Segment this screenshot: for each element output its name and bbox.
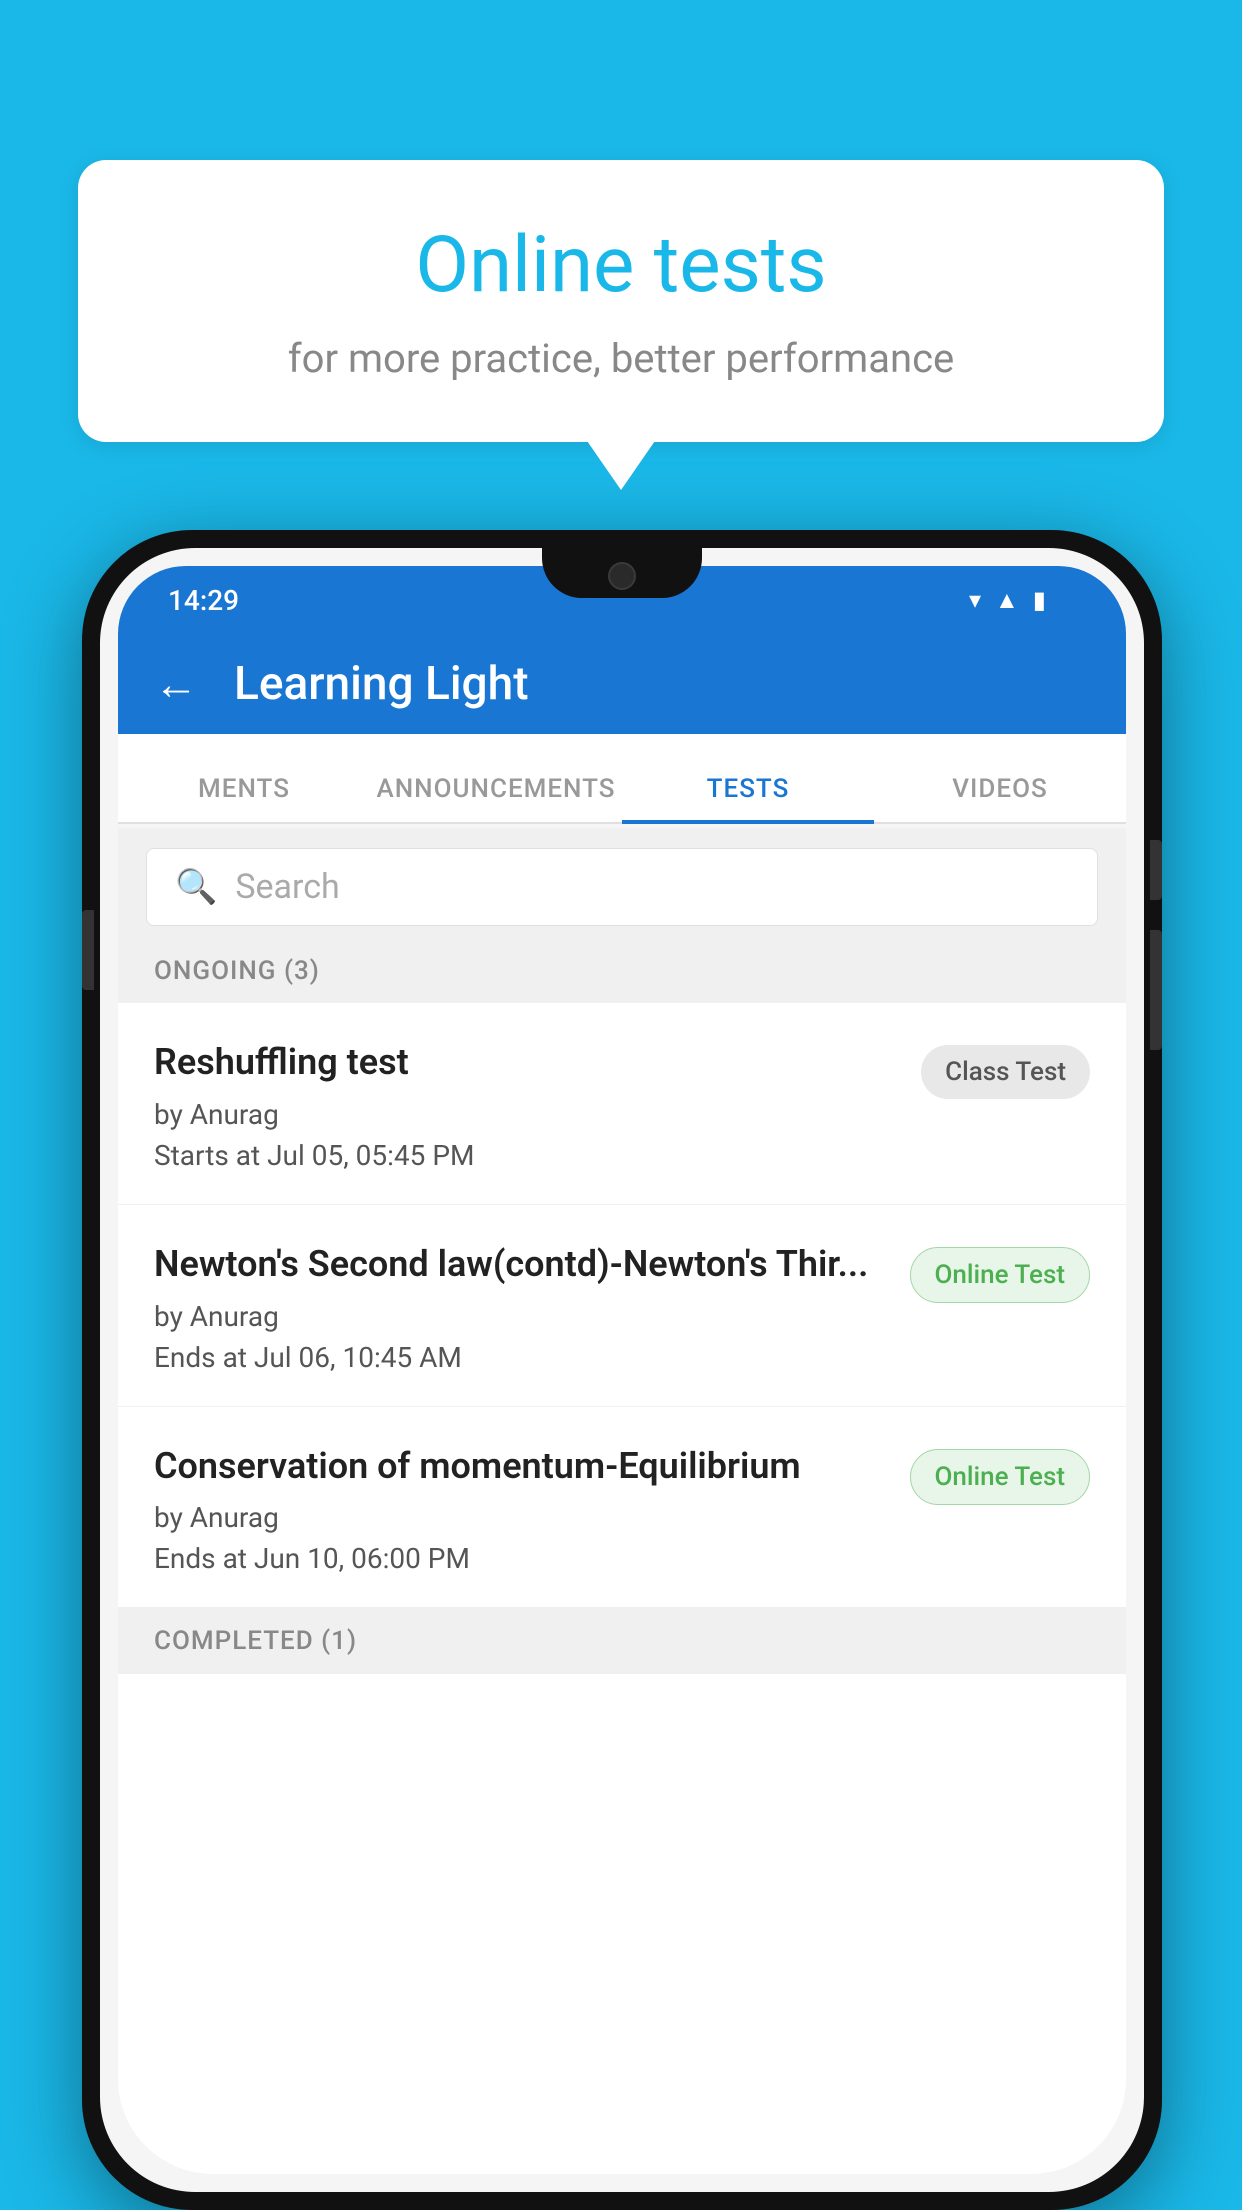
section-completed-label: COMPLETED (1) (154, 1626, 357, 1656)
signal-icon: ▲ (995, 586, 1019, 615)
test-badge-3: Online Test (910, 1449, 1091, 1505)
phone-frame: 14:29 ▾ ▲ ▮ ← Learning Light MENTS ANNOU… (82, 530, 1162, 2210)
test-name-2: Newton's Second law(contd)-Newton's Thir… (154, 1241, 890, 1288)
test-time-3: Ends at Jun 10, 06:00 PM (154, 1542, 890, 1575)
test-author-2: by Anurag (154, 1300, 890, 1333)
section-ongoing-label: ONGOING (3) (154, 956, 320, 986)
search-box[interactable]: 🔍 Search (146, 848, 1098, 926)
test-badge-1: Class Test (921, 1045, 1090, 1099)
tab-announcements[interactable]: ANNOUNCEMENTS (370, 774, 622, 822)
test-time-1: Starts at Jul 05, 05:45 PM (154, 1139, 901, 1172)
section-completed-header: COMPLETED (1) (118, 1608, 1126, 1674)
section-ongoing-header: ONGOING (3) (118, 938, 1126, 1004)
search-container: 🔍 Search (118, 828, 1126, 946)
phone-notch (542, 548, 702, 598)
test-item-3[interactable]: Conservation of momentum-Equilibrium by … (118, 1407, 1126, 1609)
bubble-title: Online tests (128, 220, 1114, 311)
volume-button (82, 910, 94, 990)
tab-ments[interactable]: MENTS (118, 774, 370, 822)
app-bar: ← Learning Light (118, 634, 1126, 734)
test-badge-2: Online Test (910, 1247, 1091, 1303)
status-icons: ▾ ▲ ▮ (969, 586, 1076, 615)
back-button[interactable]: ← (154, 658, 198, 710)
front-camera (608, 562, 636, 590)
search-placeholder: Search (235, 867, 339, 907)
power-button-bottom (1150, 930, 1162, 1050)
power-button-top (1150, 840, 1162, 900)
test-name-1: Reshuffling test (154, 1039, 901, 1086)
test-time-2: Ends at Jul 06, 10:45 AM (154, 1341, 890, 1374)
test-list: Reshuffling test by Anurag Starts at Jul… (118, 1003, 1126, 2174)
wifi-icon: ▾ (969, 586, 981, 614)
battery-icon: ▮ (1033, 586, 1046, 614)
test-info-3: Conservation of momentum-Equilibrium by … (154, 1443, 910, 1576)
tab-bar: MENTS ANNOUNCEMENTS TESTS VIDEOS (118, 734, 1126, 824)
tab-videos[interactable]: VIDEOS (874, 774, 1126, 822)
test-author-3: by Anurag (154, 1501, 890, 1534)
tab-tests[interactable]: TESTS (622, 774, 874, 822)
test-info-1: Reshuffling test by Anurag Starts at Jul… (154, 1039, 921, 1172)
test-item-1[interactable]: Reshuffling test by Anurag Starts at Jul… (118, 1003, 1126, 1205)
speech-bubble: Online tests for more practice, better p… (78, 160, 1164, 442)
app-title: Learning Light (234, 657, 529, 711)
test-author-1: by Anurag (154, 1098, 901, 1131)
status-time: 14:29 (168, 584, 239, 617)
test-item-2[interactable]: Newton's Second law(contd)-Newton's Thir… (118, 1205, 1126, 1407)
phone-screen: 14:29 ▾ ▲ ▮ ← Learning Light MENTS ANNOU… (100, 548, 1144, 2192)
bubble-subtitle: for more practice, better performance (128, 335, 1114, 382)
search-icon: 🔍 (175, 867, 217, 907)
test-info-2: Newton's Second law(contd)-Newton's Thir… (154, 1241, 910, 1374)
test-name-3: Conservation of momentum-Equilibrium (154, 1443, 890, 1490)
